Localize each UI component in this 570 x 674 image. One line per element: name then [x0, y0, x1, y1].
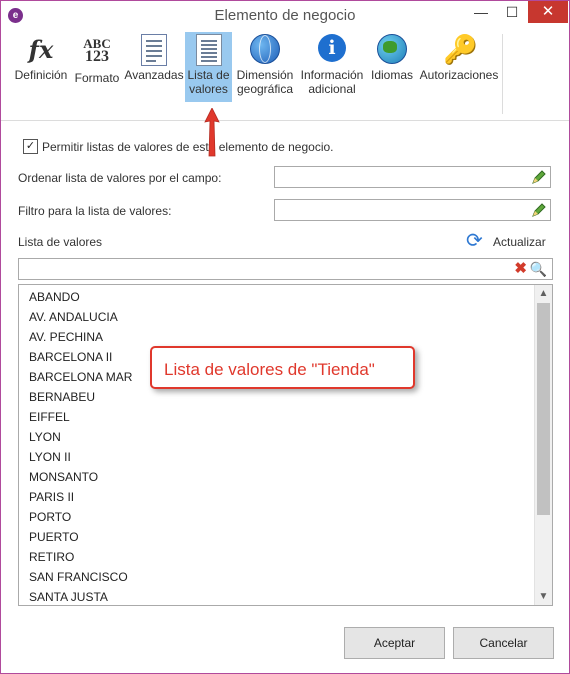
allow-values-label: Permitir listas de valores de este eleme… — [42, 140, 334, 154]
order-field-input[interactable] — [274, 166, 551, 188]
tab-label: Idiomas — [370, 68, 414, 82]
order-field-label: Ordenar lista de valores por el campo: — [18, 171, 222, 185]
ribbon-toolbar: fx Definición ABC 123 Formato Avanzadas … — [1, 30, 569, 121]
list-doc-icon — [193, 34, 225, 66]
pencil-icon[interactable] — [531, 202, 547, 218]
cancel-button[interactable]: Cancelar — [453, 627, 554, 659]
tab-label: Avanzadas — [124, 68, 184, 82]
values-listbox[interactable]: ABANDO AV. ANDALUCIA AV. PECHINA BARCELONA … — [18, 284, 553, 606]
pencil-icon[interactable] — [531, 169, 547, 185]
search-icon[interactable]: 🔍 — [530, 259, 547, 279]
tab-lista-de-valores[interactable]: Lista de valores — [185, 32, 232, 102]
list-item[interactable]: SANTA JUSTA — [19, 587, 552, 605]
title-bar: e Elemento de negocio — ☐ ✕ — [1, 1, 569, 30]
scroll-thumb[interactable] — [537, 303, 550, 515]
tab-label: Lista de valores — [187, 68, 230, 96]
search-input[interactable]: ✖ 🔍 — [18, 258, 553, 280]
accept-button[interactable]: Aceptar — [344, 627, 445, 659]
tab-label: Autorizaciones — [419, 68, 499, 82]
list-item[interactable]: PUERTO — [19, 527, 552, 547]
dialog-window: e Elemento de negocio — ☐ ✕ fx Definició… — [0, 0, 570, 674]
tab-avanzadas[interactable]: Avanzadas — [124, 32, 184, 82]
filter-field-input[interactable] — [274, 199, 551, 221]
scroll-up-icon[interactable]: ▲ — [535, 285, 552, 302]
minimize-button[interactable]: — — [466, 1, 496, 23]
list-item[interactable]: LYON II — [19, 447, 552, 467]
maximize-button[interactable]: ☐ — [497, 1, 527, 23]
info-icon: i — [316, 34, 348, 66]
fx-icon: fx — [28, 35, 54, 64]
clear-icon[interactable]: ✖ — [514, 259, 527, 279]
advanced-doc-icon — [138, 34, 170, 66]
tab-label: Definición — [14, 68, 68, 82]
tab-dimension-geografica[interactable]: Dimensión geográfica — [234, 32, 296, 96]
list-item[interactable]: RETIRO — [19, 547, 552, 567]
list-scrollbar[interactable]: ▲ ▼ — [534, 285, 552, 605]
values-list-label: Lista de valores — [18, 235, 103, 249]
filter-field-label: Filtro para la lista de valores: — [18, 204, 172, 218]
list-item[interactable]: ABANDO — [19, 287, 552, 307]
key-icon: 🔑 — [443, 34, 478, 65]
globe-icon — [249, 34, 281, 66]
annotation-callout: Lista de valores de "Tienda" — [150, 346, 415, 389]
tab-formato[interactable]: ABC 123 Formato — [72, 32, 122, 85]
close-button[interactable]: ✕ — [528, 1, 568, 23]
list-item[interactable]: SAN FRANCISCO — [19, 567, 552, 587]
list-item[interactable]: PORTO — [19, 507, 552, 527]
tab-definicion[interactable]: fx Definición — [11, 32, 71, 82]
list-item[interactable]: AV. PECHINA — [19, 327, 552, 347]
list-item[interactable]: EIFFEL — [19, 407, 552, 427]
refresh-button[interactable]: Actualizar — [493, 235, 546, 249]
abc123-icon: ABC 123 — [83, 36, 111, 65]
tab-autorizaciones[interactable]: 🔑 Autorizaciones — [418, 32, 500, 82]
refresh-icon[interactable]: ⟳ — [466, 231, 483, 251]
scroll-down-icon[interactable]: ▼ — [535, 588, 552, 605]
tab-informacion-adicional[interactable]: i Información adicional — [297, 32, 367, 96]
list-item[interactable]: AV. ANDALUCIA — [19, 307, 552, 327]
world-icon — [376, 34, 408, 66]
tab-label: Información adicional — [300, 68, 364, 96]
list-item[interactable]: LYON — [19, 427, 552, 447]
list-item[interactable]: PARIS II — [19, 487, 552, 507]
allow-values-checkbox[interactable]: ✓ — [23, 139, 38, 154]
annotation-arrow — [204, 108, 220, 157]
toolbar-divider — [502, 34, 503, 114]
list-item[interactable]: MONSANTO — [19, 467, 552, 487]
tab-idiomas[interactable]: Idiomas — [368, 32, 416, 82]
tab-label: Formato — [74, 71, 120, 85]
tab-label: Dimensión geográfica — [236, 68, 294, 96]
